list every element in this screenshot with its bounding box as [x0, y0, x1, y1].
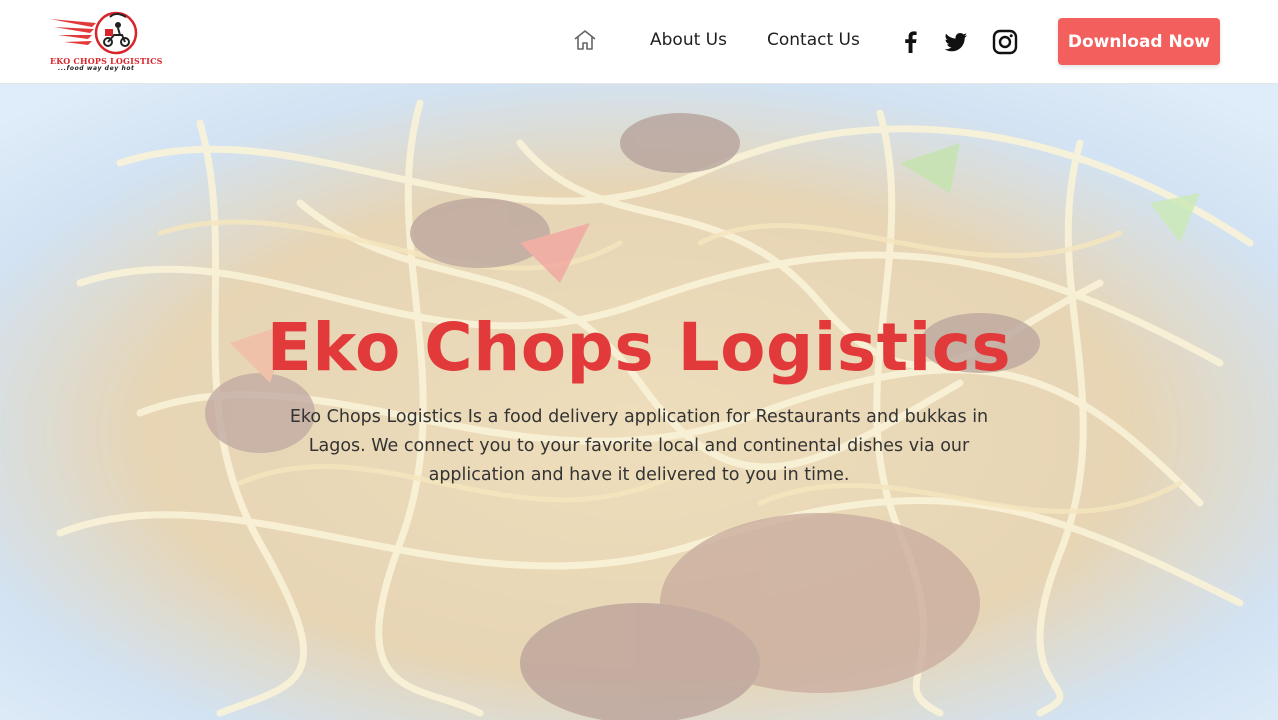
logo[interactable]: EKO CHOPS LOGISTICS ...food way dey hot: [48, 9, 162, 73]
site-header: EKO CHOPS LOGISTICS ...food way dey hot …: [0, 0, 1278, 84]
nav-about-us[interactable]: About Us: [650, 30, 727, 50]
nav-contact-us[interactable]: Contact Us: [767, 30, 860, 50]
twitter-link[interactable]: [943, 29, 969, 55]
download-now-button[interactable]: Download Now: [1058, 18, 1220, 65]
brand-tagline: ...food way dey hot: [58, 65, 135, 72]
hero-overlay: [0, 83, 1278, 720]
hero-section: Eko Chops Logistics Eko Chops Logistics …: [0, 83, 1278, 720]
nav-home[interactable]: [573, 29, 597, 51]
home-icon: [574, 30, 596, 50]
logo-icon: [50, 11, 138, 55]
facebook-icon: [905, 31, 917, 53]
twitter-icon: [944, 33, 967, 52]
facebook-link[interactable]: [898, 29, 924, 55]
hero-title: Eko Chops Logistics: [266, 309, 1012, 386]
hero-description: Eko Chops Logistics Is a food delivery a…: [289, 407, 989, 485]
instagram-icon: [992, 29, 1018, 55]
instagram-link[interactable]: [992, 29, 1018, 55]
